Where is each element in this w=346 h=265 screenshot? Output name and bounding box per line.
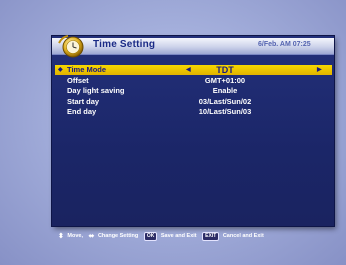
menu-item-label: Start day	[67, 96, 100, 106]
menu-item-value: Enable	[212, 86, 238, 96]
menu-item-end-day[interactable]: End day 10/Last/Sun/03	[55, 107, 332, 117]
left-right-arrows-icon: ⬌	[88, 233, 95, 240]
save-exit-hint: Save and Exit	[160, 233, 197, 239]
move-hint: Move,	[67, 233, 83, 239]
menu-item-label: Day light saving	[67, 86, 125, 96]
menu-item-value: 03/Last/Sun/02	[198, 96, 252, 106]
clock-icon	[58, 35, 84, 58]
move-arrows-icon: ⬍	[58, 233, 64, 240]
menu-item-label: Offset	[67, 75, 89, 85]
menu-item-label: Time Mode	[67, 65, 107, 74]
current-datetime: 6/Feb. AM 07:25	[258, 41, 311, 48]
tv-screen: Time Setting 6/Feb. AM 07:25 ◆ Time Mode…	[0, 0, 346, 265]
exit-key-icon: EXIT	[202, 232, 220, 241]
key-help-bar: ⬍ Move, ⬌ Change Setting OK Save and Exi…	[58, 231, 264, 242]
time-settings-list: ◆ Time Mode ◀ TDT ▶ Offset GMT+01:00 Day…	[55, 65, 332, 118]
ok-key-icon: OK	[143, 232, 158, 241]
menu-item-value: TDT	[216, 65, 234, 75]
cancel-exit-hint: Cancel and Exit	[222, 233, 264, 239]
selection-bullet-icon: ◆	[58, 67, 63, 73]
menu-item-value: GMT+01:00	[204, 75, 246, 85]
arrow-right-icon[interactable]: ▶	[317, 65, 322, 75]
menu-item-time-mode[interactable]: ◆ Time Mode ◀ TDT ▶	[55, 65, 332, 75]
menu-item-offset[interactable]: Offset GMT+01:00	[55, 76, 332, 86]
change-setting-hint: Change Setting	[97, 233, 139, 239]
menu-item-daylight-saving[interactable]: Day light saving Enable	[55, 86, 332, 96]
menu-item-start-day[interactable]: Start day 03/Last/Sun/02	[55, 97, 332, 107]
page-title: Time Setting	[93, 39, 156, 50]
menu-item-value: 10/Last/Sun/03	[198, 107, 252, 117]
menu-item-label: End day	[67, 107, 97, 117]
